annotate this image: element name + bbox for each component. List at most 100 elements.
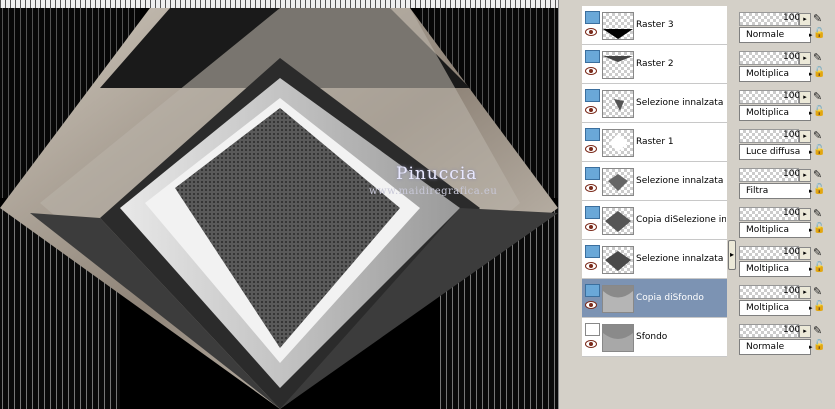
opacity-arrow-button[interactable]: ▸: [799, 91, 811, 104]
layer-row[interactable]: Selezione innalzata 2: [582, 84, 727, 123]
eye-icon[interactable]: [585, 262, 597, 270]
layer-thumbnail: [602, 324, 634, 352]
blend-mode-select[interactable]: Moltiplica ▸: [739, 105, 813, 121]
layers-scrollbar[interactable]: ▸: [727, 0, 737, 409]
opacity-arrow-button[interactable]: ▸: [799, 169, 811, 182]
blend-mode-select[interactable]: Moltiplica ▸: [739, 300, 813, 316]
blend-row: 100 ▸ Moltiplica ▸ ✎ 🔓: [737, 84, 835, 122]
layer-group-icon[interactable]: [585, 206, 600, 219]
layer-thumbnail: [602, 51, 634, 79]
opacity-arrow-button[interactable]: ▸: [799, 325, 811, 338]
blend-mode-select[interactable]: Moltiplica ▸: [739, 261, 813, 277]
brush-icon[interactable]: ✎: [813, 207, 827, 220]
watermark-title: Pinuccia: [396, 164, 478, 184]
opacity-arrow-button[interactable]: ▸: [799, 13, 811, 26]
lock-icon[interactable]: 🔓: [813, 301, 827, 313]
blend-mode-select[interactable]: Moltiplica ▸: [739, 66, 813, 82]
blend-mode-select[interactable]: Moltiplica ▸: [739, 222, 813, 238]
eye-icon[interactable]: [585, 106, 597, 114]
brush-icon[interactable]: ✎: [813, 285, 827, 298]
eye-icon[interactable]: [585, 67, 597, 75]
opacity-arrow-button[interactable]: ▸: [799, 208, 811, 221]
opacity-value: 100: [783, 325, 801, 335]
dropdown-arrow-icon: ▸: [809, 109, 813, 117]
layer-thumbnail: [602, 207, 634, 235]
layer-row[interactable]: Raster 2: [582, 45, 727, 84]
layer-group-icon[interactable]: [585, 284, 600, 297]
dropdown-arrow-icon: ▸: [809, 265, 813, 273]
dropdown-arrow-icon: ▸: [809, 343, 813, 351]
layer-group-icon[interactable]: [585, 89, 600, 102]
layer-thumbnail: [602, 90, 634, 118]
eye-icon[interactable]: [585, 145, 597, 153]
opacity-value: 100: [783, 286, 801, 296]
layer-row-selected[interactable]: Copia diSfondo: [582, 279, 727, 318]
blend-mode-label: Moltiplica: [746, 303, 789, 313]
blend-row: 100 ▸ Moltiplica ▸ ✎ 🔓: [737, 240, 835, 278]
lock-icon[interactable]: 🔓: [813, 145, 827, 157]
eye-icon[interactable]: [585, 301, 597, 309]
brush-icon[interactable]: ✎: [813, 90, 827, 103]
blend-mode-select[interactable]: Normale ▸: [739, 339, 813, 355]
brush-icon[interactable]: ✎: [813, 324, 827, 337]
layer-group-icon[interactable]: [585, 323, 600, 336]
dropdown-arrow-icon: ▸: [809, 70, 813, 78]
opacity-value: 100: [783, 91, 801, 101]
layer-thumbnail: [602, 129, 634, 157]
lock-icon[interactable]: 🔓: [813, 67, 827, 79]
blend-mode-label: Moltiplica: [746, 108, 789, 118]
opacity-value: 100: [783, 247, 801, 257]
opacity-arrow-button[interactable]: ▸: [799, 247, 811, 260]
layer-name: Sfondo: [636, 332, 668, 342]
brush-icon[interactable]: ✎: [813, 129, 827, 142]
blend-row: 100 ▸ Moltiplica ▸ ✎ 🔓: [737, 279, 835, 317]
layer-name: Raster 2: [636, 59, 674, 69]
lock-icon[interactable]: 🔓: [813, 28, 827, 40]
layer-row[interactable]: Raster 1: [582, 123, 727, 162]
lock-icon[interactable]: 🔓: [813, 223, 827, 235]
lock-icon[interactable]: 🔓: [813, 184, 827, 196]
opacity-arrow-button[interactable]: ▸: [799, 130, 811, 143]
layer-group-icon[interactable]: [585, 167, 600, 180]
opacity-arrow-button[interactable]: ▸: [799, 52, 811, 65]
eye-icon[interactable]: [585, 223, 597, 231]
blend-mode-select[interactable]: Luce diffusa ▸: [739, 144, 813, 160]
layer-group-icon[interactable]: [585, 50, 600, 63]
blend-mode-select[interactable]: Filtra ▸: [739, 183, 813, 199]
brush-icon[interactable]: ✎: [813, 246, 827, 259]
layer-thumbnail: [602, 285, 634, 313]
image-canvas[interactable]: Pinuccia www.maidiregrafica.eu: [0, 0, 558, 409]
layer-name: Raster 3: [636, 20, 674, 30]
scroll-handle[interactable]: ▸: [728, 240, 736, 270]
eye-icon[interactable]: [585, 28, 597, 36]
layer-row[interactable]: Raster 3: [582, 6, 727, 45]
brush-icon[interactable]: ✎: [813, 12, 827, 25]
lock-icon[interactable]: 🔓: [813, 106, 827, 118]
eye-icon[interactable]: [585, 184, 597, 192]
lock-icon[interactable]: 🔓: [813, 340, 827, 352]
layers-panel: Raster 3 Raster 2 Selezione innalzata 2 …: [572, 0, 727, 409]
layer-row[interactable]: Sfondo: [582, 318, 727, 357]
blend-row: 100 ▸ Normale ▸ ✎ 🔓: [737, 6, 835, 44]
opacity-value: 100: [783, 169, 801, 179]
eye-icon[interactable]: [585, 340, 597, 348]
dropdown-arrow-icon: ▸: [809, 187, 813, 195]
layer-row[interactable]: Copia diSelezione inn: [582, 201, 727, 240]
layer-name: Copia diSelezione inn: [636, 215, 726, 225]
panel-divider: [558, 0, 573, 409]
lock-icon[interactable]: 🔓: [813, 262, 827, 274]
layer-name: Copia diSfondo: [636, 293, 704, 303]
dropdown-arrow-icon: ▸: [809, 226, 813, 234]
brush-icon[interactable]: ✎: [813, 168, 827, 181]
layer-group-icon[interactable]: [585, 128, 600, 141]
blend-panel: 100 ▸ Normale ▸ ✎ 🔓 100 ▸ Moltiplica ▸ ✎ 🔓…: [737, 0, 835, 409]
dropdown-arrow-icon: ▸: [809, 304, 813, 312]
brush-icon[interactable]: ✎: [813, 51, 827, 64]
layer-group-icon[interactable]: [585, 245, 600, 258]
layer-row[interactable]: Selezione innalzata 1: [582, 162, 727, 201]
dropdown-arrow-icon: ▸: [809, 148, 813, 156]
opacity-arrow-button[interactable]: ▸: [799, 286, 811, 299]
layer-group-icon[interactable]: [585, 11, 600, 24]
blend-mode-select[interactable]: Normale ▸: [739, 27, 813, 43]
layer-row[interactable]: Selezione innalzata: [582, 240, 727, 279]
